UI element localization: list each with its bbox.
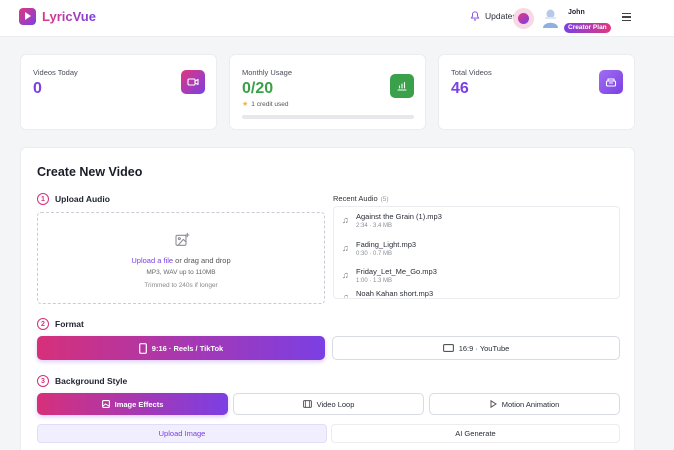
notification-indicator[interactable] [513,8,534,29]
bell-icon [470,11,480,21]
recent-audio-list[interactable]: ♫ Against the Grain (1).mp3 2:34 · 3.4 M… [333,206,620,299]
credit-note: ★ 1 credit used [242,100,289,109]
music-note-icon: ♫ [342,242,349,253]
audio-file-name: Friday_Let_Me_Go.mp3 [356,267,437,276]
audio-file-meta: 0:30 · 0.7 MB [356,250,393,257]
plan-badge: Creator Plan [564,22,611,33]
upload-file-link[interactable]: Upload a file [131,256,173,265]
stat-label: Total Videos [451,68,492,77]
credit-text: 1 credit used [251,100,289,108]
step-title: Format [55,319,84,329]
recent-audio-header: Recent Audio (5) [333,194,389,203]
background-option-label: Image Effects [114,399,164,409]
dropzone-prompt: Upload a file or drag and drop [38,256,324,265]
music-note-icon: ♫ [342,215,349,225]
drop-text: or drag and drop [175,256,231,265]
stat-value: 0 [33,80,42,97]
tab-ai-generate[interactable]: AI Generate [331,424,620,443]
step-number: 3 [37,375,49,387]
stat-card-videos-today: Videos Today 0 [20,54,217,130]
stat-label: Videos Today [33,68,78,77]
star-icon: ★ [242,101,249,108]
logo-icon [19,8,36,25]
step-title: Upload Audio [55,194,110,204]
format-landscape-button[interactable]: 16:9 · YouTube [332,336,620,360]
archive-icon [599,70,623,94]
background-motion-animation-button[interactable]: Motion Animation [429,393,620,415]
step-number: 2 [37,318,49,330]
stat-value: 0/20 [242,80,274,97]
user-name: John [568,9,585,16]
audio-file-meta: 1:00 · 1.3 MB [356,278,393,284]
app-logo[interactable]: LyricVue [19,8,96,25]
supported-formats: MP3, WAV up to 110MB [146,269,216,276]
stat-card-total-videos: Total Videos 46 [438,54,635,130]
tab-upload-image[interactable]: Upload Image [37,424,327,443]
background-video-loop-button[interactable]: Video Loop [233,393,424,415]
format-option-label: 16:9 · YouTube [458,343,510,353]
page-title: Create New Video [37,165,143,179]
step-title: Background Style [55,376,128,386]
step-number: 1 [37,193,49,205]
audio-file-meta: 2:34 · 3.4 MB [356,223,393,229]
music-note-icon: ♫ [342,270,349,280]
usage-progress-bar [242,115,414,119]
list-item[interactable]: ♫ Against the Grain (1).mp3 2:34 · 3.4 M… [334,207,619,235]
chart-icon [390,74,414,98]
list-item[interactable]: ♫ Fading_Light.mp3 0:30 · 0.7 MB [334,235,619,263]
updates-label: Updates [485,11,517,21]
step-background-style: 3 Background Style [37,375,127,387]
list-item[interactable]: ♫ Noah Kahan short.mp3 [334,288,619,299]
audio-dropzone[interactable]: Upload a file or drag and drop MP3, WAV … [37,212,325,304]
audio-file-name: Fading_Light.mp3 [356,239,417,249]
background-image-effects-button[interactable]: Image Effects [37,393,228,415]
audio-file-name: Against the Grain (1).mp3 [356,212,442,221]
background-option-label: Video Loop [316,399,355,409]
menu-icon[interactable] [622,13,631,21]
music-note-icon: ♫ [342,291,349,299]
background-option-label: Motion Animation [501,399,560,409]
avatar[interactable] [542,8,559,29]
recent-audio-count: (5) [380,196,389,203]
phone-icon [138,342,147,354]
step-upload-audio: 1 Upload Audio [37,193,110,205]
image-icon [101,400,110,408]
audio-file-name: Noah Kahan short.mp3 [356,288,434,298]
app-name: LyricVue [42,9,96,24]
step-format: 2 Format [37,318,84,330]
film-icon [302,400,312,408]
video-icon [181,70,205,94]
create-video-panel: Create New Video 1 Upload Audio Upload a… [20,147,635,450]
stat-card-monthly-usage: Monthly Usage 0/20 ★ 1 credit used [229,54,426,130]
format-vertical-button[interactable]: 9:16 · Reels / TikTok [37,336,325,360]
play-icon [490,400,497,408]
trim-note: Trimmed to 240s if longer [144,282,218,289]
format-option-label: 9:16 · Reels / TikTok [151,343,224,353]
stat-value: 46 [451,80,469,97]
recent-audio-title: Recent Audio [333,194,378,203]
stat-label: Monthly Usage [242,68,293,77]
user-info[interactable]: John Creator Plan [564,9,611,34]
list-item[interactable]: ♫ Friday_Let_Me_Go.mp3 1:00 · 1.3 MB [334,262,619,290]
top-bar: LyricVue Updates John Creator Plan [0,0,674,37]
image-upload-icon [175,232,190,246]
updates-button[interactable]: Updates [470,11,517,21]
monitor-icon [442,344,454,352]
